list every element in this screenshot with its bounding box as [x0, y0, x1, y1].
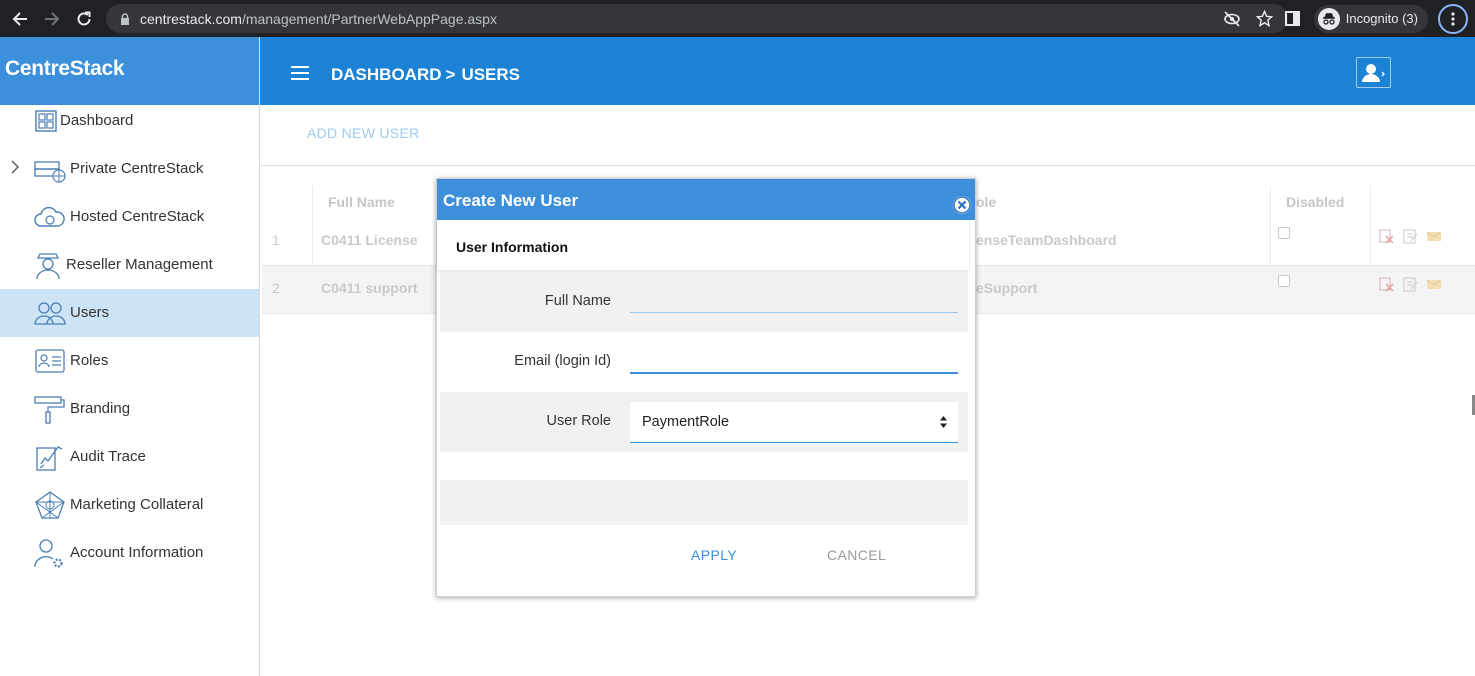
- content-toolbar: ADD NEW USER: [260, 105, 1475, 166]
- select-arrows-icon: [940, 416, 947, 428]
- full-name-label: Full Name: [544, 293, 611, 309]
- sidebar-item-label: Reseller Management: [66, 256, 213, 273]
- audit-icon: [36, 446, 63, 471]
- row-index: 1: [272, 232, 280, 248]
- dialog-title: Create New User: [443, 191, 579, 210]
- network-icon: [35, 491, 65, 519]
- delete-user-icon[interactable]: [1378, 228, 1394, 244]
- sidebar-item-marketing-collateral[interactable]: Marketing Collateral: [0, 481, 259, 529]
- sidebar-item-private-centrestack[interactable]: Private CentreStack: [0, 145, 259, 193]
- reload-button[interactable]: [68, 0, 100, 37]
- reload-icon: [77, 11, 91, 25]
- sidebar-item-hosted-centrestack[interactable]: Hosted CentreStack: [0, 193, 259, 241]
- lock-icon: [121, 12, 129, 25]
- breadcrumb: DASHBOARD > USERS: [331, 65, 520, 85]
- full-name-row: Full Name: [440, 272, 968, 332]
- incognito-label: Incognito (3): [1345, 11, 1418, 26]
- disabled-checkbox[interactable]: [1278, 227, 1290, 239]
- sidebar-item-label: Users: [70, 304, 110, 321]
- forward-button[interactable]: [36, 0, 68, 37]
- address-bar[interactable]: centrestack.com/management/PartnerWebApp…: [106, 4, 1288, 33]
- dialog-header: Create New User: [437, 179, 975, 220]
- add-new-user-button[interactable]: ADD NEW USER: [307, 125, 420, 141]
- sidebar-item-audit-trace[interactable]: Audit Trace: [0, 433, 259, 481]
- delete-user-icon[interactable]: [1378, 276, 1394, 292]
- sidebar: CentreStack Dashboard Private CentreStac…: [0, 37, 260, 676]
- section-header: User Information: [437, 220, 969, 270]
- user-profile-icon: [1361, 63, 1385, 82]
- row-full-name: C0411 support: [321, 280, 418, 296]
- star-icon[interactable]: [1256, 10, 1273, 27]
- close-button[interactable]: [953, 196, 971, 214]
- user-role-row: User Role PaymentRole: [440, 392, 968, 452]
- users-icon: [34, 302, 66, 325]
- account-settings-icon: [34, 539, 63, 568]
- full-name-input[interactable]: [630, 282, 958, 313]
- email-input[interactable]: [630, 342, 958, 374]
- sidebar-item-account-information[interactable]: Account Information: [0, 529, 259, 577]
- section-title: User Information: [456, 239, 569, 255]
- sidebar-item-branding[interactable]: Branding: [0, 385, 259, 433]
- reseller-icon: [36, 253, 60, 280]
- sidebar-item-label: Marketing Collateral: [70, 496, 204, 513]
- sidebar-item-users[interactable]: Users: [0, 289, 259, 337]
- email-user-icon[interactable]: [1426, 228, 1442, 244]
- row-role: enseTeamDashboard: [976, 232, 1117, 248]
- breadcrumb-separator: >: [445, 65, 456, 84]
- row-index: 2: [272, 280, 280, 296]
- edit-user-icon[interactable]: [1402, 228, 1418, 244]
- profile-button[interactable]: [1356, 57, 1391, 88]
- browser-toolbar: centrestack.com/management/PartnerWebApp…: [0, 0, 1475, 37]
- disabled-checkbox[interactable]: [1278, 275, 1290, 287]
- user-role-value: PaymentRole: [642, 414, 730, 430]
- url-text: centrestack.com/management/PartnerWebApp…: [140, 10, 497, 27]
- sidebar-item-label: Account Information: [70, 544, 204, 561]
- email-row: Email (login Id): [440, 332, 968, 392]
- arrow-right-icon: [45, 11, 60, 26]
- sidebar-item-label: Roles: [70, 352, 109, 369]
- incognito-icon: [1317, 7, 1340, 30]
- sidebar-item-label: Hosted CentreStack: [70, 208, 205, 225]
- email-user-icon[interactable]: [1426, 276, 1442, 292]
- paint-roller-icon: [34, 396, 65, 424]
- chevron-right-icon[interactable]: [10, 160, 20, 174]
- arrow-left-icon: [12, 11, 27, 26]
- sidebar-item-reseller-management[interactable]: Reseller Management: [0, 241, 259, 289]
- breadcrumb-users: USERS: [461, 65, 521, 84]
- breadcrumb-dashboard[interactable]: DASHBOARD: [331, 65, 442, 84]
- edit-user-icon[interactable]: [1402, 276, 1418, 292]
- sidebar-item-roles[interactable]: Roles: [0, 337, 259, 385]
- cancel-button[interactable]: CANCEL: [827, 547, 886, 563]
- user-role-label: User Role: [546, 413, 611, 429]
- email-label: Email (login Id): [514, 353, 611, 369]
- close-icon: [953, 196, 971, 214]
- sidebar-item-label: Private CentreStack: [70, 160, 204, 177]
- brand-logo[interactable]: CentreStack: [0, 37, 259, 105]
- user-role-select[interactable]: PaymentRole: [630, 402, 958, 443]
- id-card-icon: [35, 349, 65, 373]
- sidebar-item-label: Audit Trace: [70, 448, 146, 465]
- row-full-name: C0411 License: [321, 232, 418, 248]
- eye-off-icon[interactable]: [1223, 11, 1241, 27]
- apply-button[interactable]: APPLY: [691, 547, 737, 563]
- sidebar-item-label: Dashboard: [60, 112, 134, 129]
- side-panel-icon[interactable]: [1284, 11, 1300, 26]
- cloud-icon: [34, 206, 65, 227]
- sidebar-item-dashboard[interactable]: Dashboard: [0, 97, 259, 145]
- back-button[interactable]: [4, 0, 36, 37]
- top-header: DASHBOARD > USERS: [260, 37, 1475, 105]
- browser-menu-button[interactable]: [1438, 3, 1468, 34]
- server-globe-icon: [34, 161, 66, 183]
- more-vert-icon: [1451, 11, 1455, 26]
- row-role: eSupport: [976, 280, 1038, 296]
- create-user-dialog: Create New User User Information Full Na…: [436, 178, 976, 597]
- hamburger-menu-icon[interactable]: [291, 66, 309, 80]
- dialog-spacer: [440, 480, 968, 525]
- sidebar-item-label: Branding: [70, 400, 131, 417]
- incognito-badge[interactable]: Incognito (3): [1313, 4, 1428, 33]
